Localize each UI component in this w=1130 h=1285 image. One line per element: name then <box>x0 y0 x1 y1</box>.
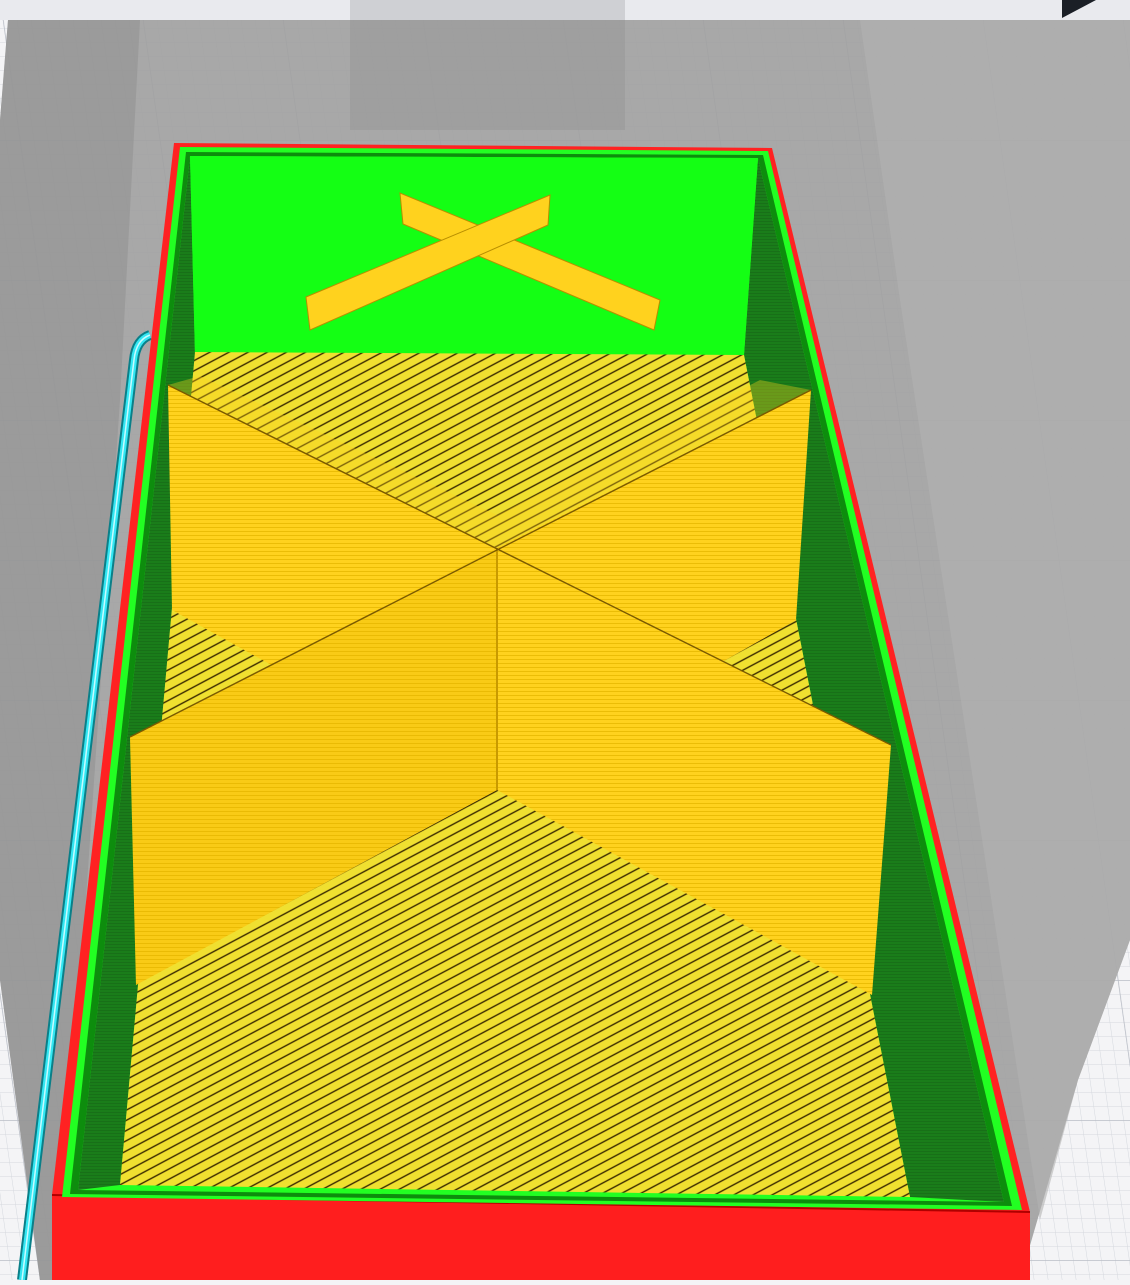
layer-view-viewport[interactable] <box>0 0 1130 1281</box>
top-toolbar-strip <box>0 0 1130 20</box>
toolbar-segment <box>625 0 1130 20</box>
toolbar-segment <box>350 0 625 20</box>
toolbar-segment <box>0 0 350 20</box>
layer-view-scene[interactable] <box>0 0 1130 1281</box>
play-arrow-icon[interactable] <box>1062 0 1102 20</box>
